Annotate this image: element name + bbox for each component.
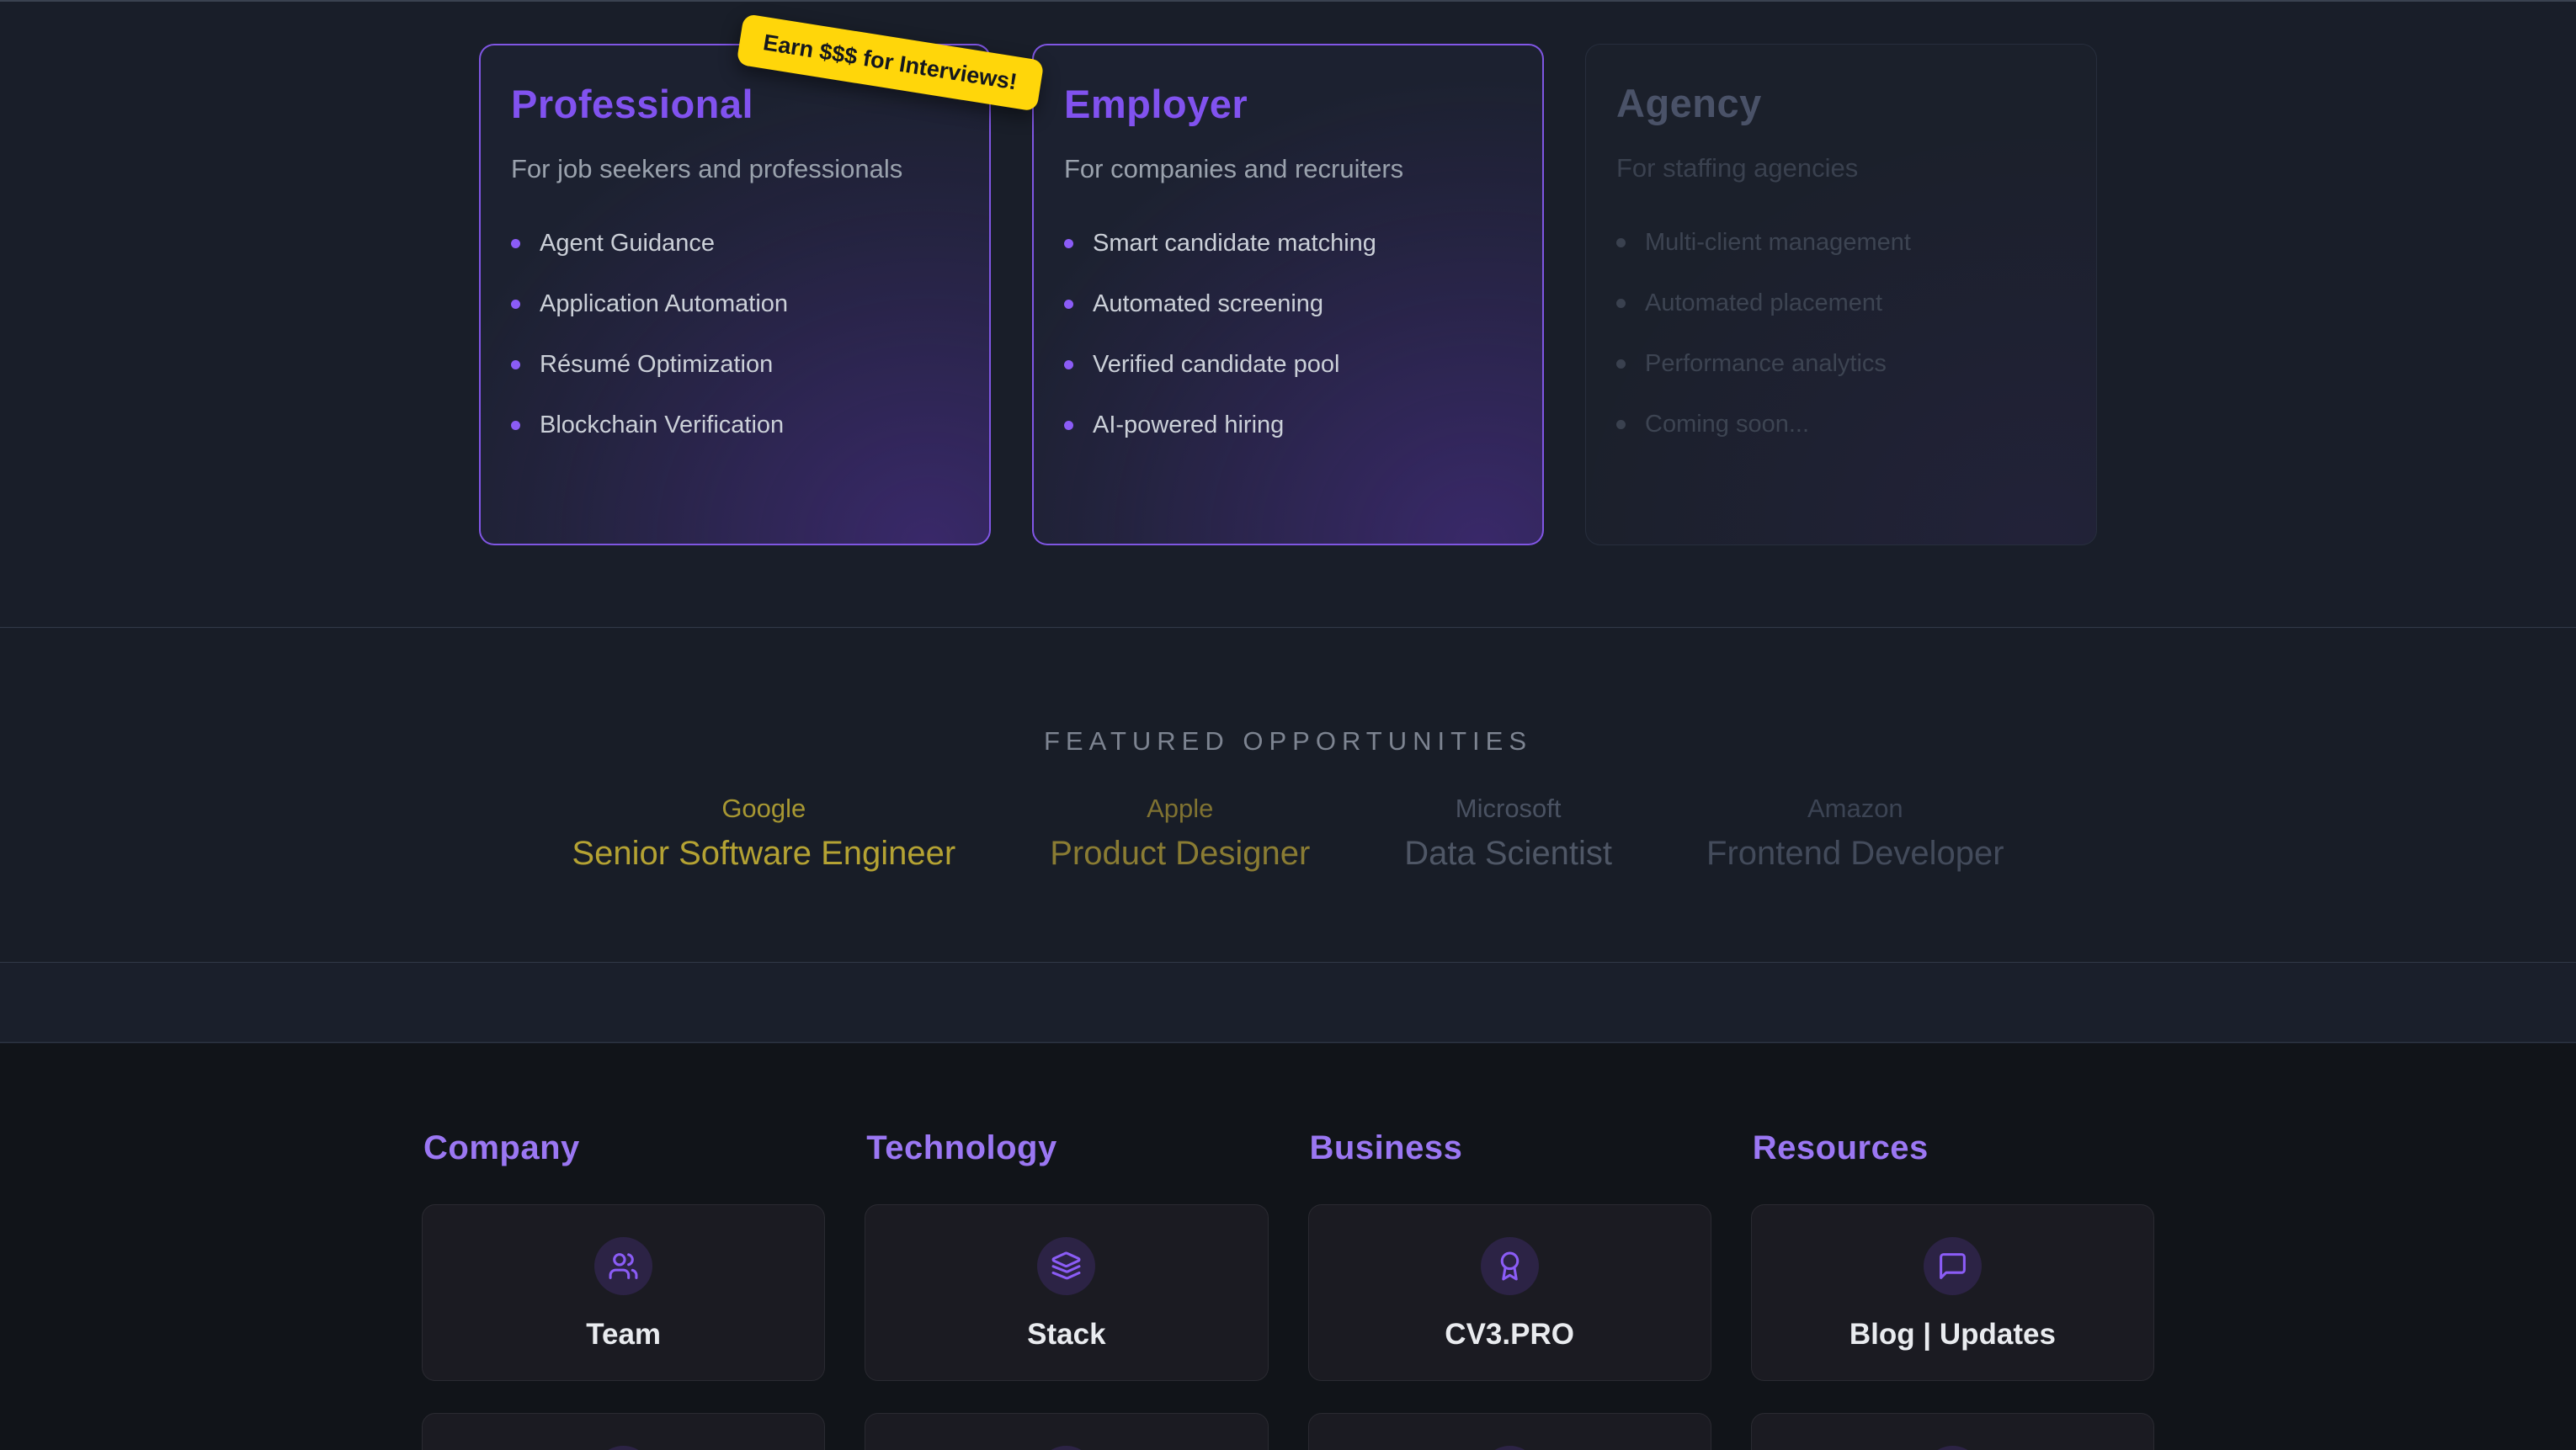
pricing-card-professional[interactable]: Professional For job seekers and profess… <box>479 44 991 545</box>
feature-item: Application Automation <box>511 290 959 318</box>
company-name: Amazon <box>1706 794 2004 824</box>
footer-card-partial[interactable] <box>1308 1413 1711 1450</box>
column-heading: Business <box>1310 1129 1711 1167</box>
plans-section: Earn $$$ for Interviews! Professional Fo… <box>0 0 2576 628</box>
bullet-icon <box>1064 239 1073 248</box>
job-item-amazon[interactable]: Amazon Frontend Developer <box>1706 794 2004 873</box>
feature-label: Verified candidate pool <box>1093 351 1339 379</box>
footer-column-resources: Resources Blog | Updates <box>1751 1129 2154 1450</box>
footer-card-stack[interactable]: Stack <box>865 1204 1268 1381</box>
plan-cards-row: Professional For job seekers and profess… <box>0 2 2576 545</box>
footer-column-technology: Technology Stack <box>865 1129 1268 1450</box>
bullet-icon <box>1616 238 1626 247</box>
feature-item: AI-powered hiring <box>1064 412 1512 439</box>
feature-label: Smart candidate matching <box>1093 230 1376 258</box>
bullet-icon <box>1616 359 1626 369</box>
footer: Company Team Technology Stack <box>0 1044 2576 1450</box>
feature-item: Smart candidate matching <box>1064 230 1512 258</box>
plan-description: For staffing agencies <box>1616 153 2066 183</box>
plan-description: For job seekers and professionals <box>511 154 959 184</box>
job-item-microsoft[interactable]: Microsoft Data Scientist <box>1404 794 1612 873</box>
feature-label: Automated screening <box>1093 290 1323 318</box>
plan-features: Agent Guidance Application Automation Ré… <box>511 230 959 439</box>
feature-item: Verified candidate pool <box>1064 351 1512 379</box>
pricing-card-agency: Agency For staffing agencies Multi-clien… <box>1585 44 2097 545</box>
footer-card-partial[interactable] <box>1751 1413 2154 1450</box>
feature-item: Blockchain Verification <box>511 412 959 439</box>
job-role: Data Scientist <box>1404 835 1612 873</box>
feature-item: Agent Guidance <box>511 230 959 258</box>
jobs-carousel: Google Senior Software Engineer Apple Pr… <box>0 794 2576 873</box>
award-icon <box>1481 1237 1539 1295</box>
footer-grid: Company Team Technology Stack <box>422 1129 2154 1450</box>
feature-item: Automated screening <box>1064 290 1512 318</box>
feature-item: Résumé Optimization <box>511 351 959 379</box>
icon-circle <box>594 1446 652 1450</box>
company-name: Microsoft <box>1404 794 1612 824</box>
feature-item: Multi-client management <box>1616 229 2066 257</box>
footer-column-company: Company Team <box>422 1129 825 1450</box>
feature-label: Performance analytics <box>1645 350 1887 378</box>
card-label: Stack <box>1027 1318 1105 1352</box>
bullet-icon <box>511 360 520 369</box>
bullet-icon <box>1064 360 1073 369</box>
bullet-icon <box>511 421 520 430</box>
job-role: Product Designer <box>1050 835 1310 873</box>
card-label: Team <box>586 1318 661 1352</box>
company-name: Google <box>572 794 955 824</box>
feature-label: AI-powered hiring <box>1093 412 1284 439</box>
feature-label: Résumé Optimization <box>540 351 773 379</box>
pricing-card-employer[interactable]: Employer For companies and recruiters Sm… <box>1032 44 1544 545</box>
plan-title: Agency <box>1616 80 2066 126</box>
icon-circle <box>1037 1446 1095 1450</box>
feature-item: Automated placement <box>1616 289 2066 317</box>
bullet-icon <box>511 239 520 248</box>
users-icon <box>594 1237 652 1295</box>
plan-title: Employer <box>1064 81 1512 127</box>
icon-circle <box>1924 1446 1982 1450</box>
featured-opportunities-section: FEATURED OPPORTUNITIES Google Senior Sof… <box>0 629 2576 963</box>
bullet-icon <box>1616 420 1626 429</box>
footer-card-partial[interactable] <box>865 1413 1268 1450</box>
footer-card-blog[interactable]: Blog | Updates <box>1751 1204 2154 1381</box>
footer-column-business: Business CV3.PRO <box>1308 1129 1711 1450</box>
job-item-google[interactable]: Google Senior Software Engineer <box>572 794 955 873</box>
column-heading: Resources <box>1753 1129 2154 1167</box>
footer-card-cv3pro[interactable]: CV3.PRO <box>1308 1204 1711 1381</box>
feature-label: Coming soon... <box>1645 411 1809 438</box>
job-role: Frontend Developer <box>1706 835 2004 873</box>
message-square-icon <box>1924 1237 1982 1295</box>
feature-item: Coming soon... <box>1616 411 2066 438</box>
layers-icon <box>1037 1237 1095 1295</box>
feature-label: Multi-client management <box>1645 229 1911 257</box>
plan-features: Multi-client management Automated placem… <box>1616 229 2066 438</box>
bullet-icon <box>1064 300 1073 309</box>
footer-card-partial[interactable] <box>422 1413 825 1450</box>
feature-label: Automated placement <box>1645 289 1882 317</box>
icon-circle <box>1481 1446 1539 1450</box>
page: Earn $$$ for Interviews! Professional Fo… <box>0 0 2576 1450</box>
plan-features: Smart candidate matching Automated scree… <box>1064 230 1512 439</box>
card-label: Blog | Updates <box>1850 1318 2056 1352</box>
column-heading: Technology <box>866 1129 1268 1167</box>
section-spacer <box>0 964 2576 1043</box>
job-role: Senior Software Engineer <box>572 835 955 873</box>
feature-label: Agent Guidance <box>540 230 715 258</box>
bullet-icon <box>1064 421 1073 430</box>
featured-title: FEATURED OPPORTUNITIES <box>0 629 2576 757</box>
company-name: Apple <box>1050 794 1310 824</box>
feature-label: Blockchain Verification <box>540 412 784 439</box>
card-label: CV3.PRO <box>1445 1318 1574 1352</box>
bullet-icon <box>511 300 520 309</box>
plan-description: For companies and recruiters <box>1064 154 1512 184</box>
footer-card-team[interactable]: Team <box>422 1204 825 1381</box>
feature-label: Application Automation <box>540 290 788 318</box>
column-heading: Company <box>423 1129 825 1167</box>
bullet-icon <box>1616 299 1626 308</box>
job-item-apple[interactable]: Apple Product Designer <box>1050 794 1310 873</box>
feature-item: Performance analytics <box>1616 350 2066 378</box>
